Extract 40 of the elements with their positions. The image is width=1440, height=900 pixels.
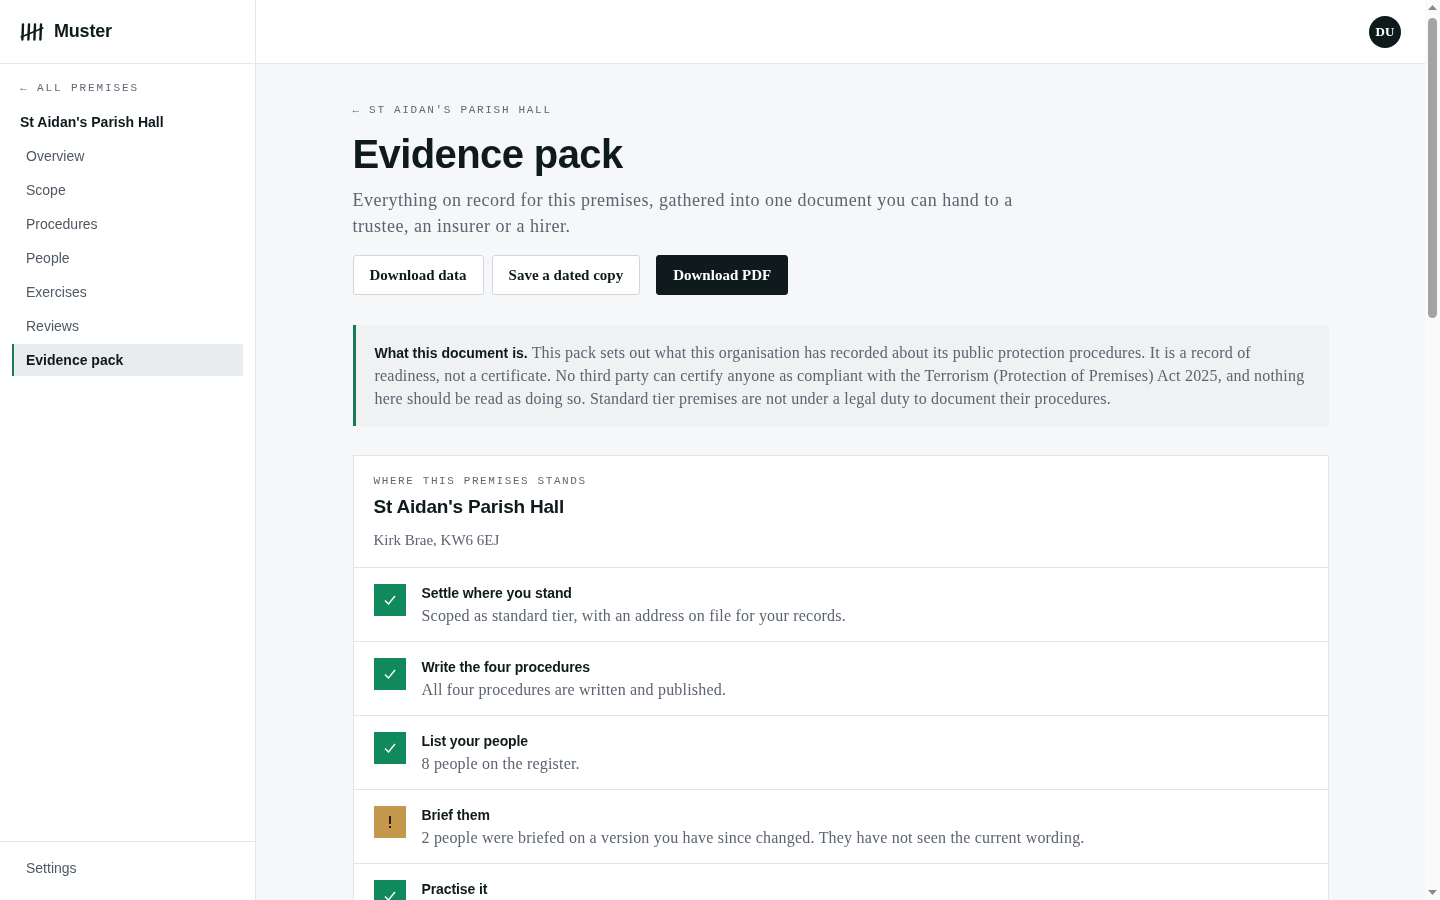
step-title: Settle where you stand bbox=[421, 584, 572, 603]
step-detail: Scoped as standard tier, with an address on file for your records. bbox=[421, 606, 846, 627]
step-detail: 2 people were briefed on a version you have since changed. They have not seen the current wording. bbox=[421, 828, 1085, 849]
step-title: Brief them bbox=[421, 806, 490, 825]
sidebar-item[interactable]: Settings bbox=[12, 852, 243, 884]
sidebar-item[interactable]: Reviews bbox=[12, 310, 243, 342]
user-avatar[interactable]: DU bbox=[1369, 15, 1401, 48]
step-title: Practise it bbox=[421, 880, 488, 899]
sidebar-item[interactable]: Scope bbox=[12, 174, 243, 206]
sidebar-item[interactable]: Exercises bbox=[12, 276, 243, 308]
step-detail: 8 people on the register. bbox=[421, 754, 580, 775]
action-button[interactable]: Download data bbox=[352, 255, 484, 295]
tally-marks-icon bbox=[20, 22, 44, 41]
scroll-down-arrow-icon[interactable] bbox=[1428, 890, 1437, 895]
page-description: Everything on record for this premises, gathered into one document you can hand to a trustee, an insurer or a hirer. bbox=[352, 189, 1014, 238]
action-button[interactable]: Save a dated copy bbox=[491, 255, 641, 295]
sidebar-item[interactable]: Evidence pack bbox=[12, 344, 243, 376]
primary-download-button[interactable]: Download PDF bbox=[656, 255, 789, 295]
page-title: Evidence pack bbox=[352, 131, 624, 178]
card-title: St Aidan's Parish Hall bbox=[373, 495, 565, 519]
step-detail: All four procedures are written and published. bbox=[421, 680, 727, 701]
sidebar-item[interactable]: People bbox=[12, 242, 243, 274]
notice-callout: What this document is. This pack sets out what this organisation has recorded about its public protection procedures. It is a record of readiness, not a certificate. No third party can certify anyone as compliant with the Terrorism (Protection of Premises) Act 2025, and nothing here should be read as doing so. Standard tier premises are not under a legal duty to document their procedures. bbox=[352, 325, 1329, 426]
step-title: List your people bbox=[421, 732, 529, 751]
step-title: Write the four procedures bbox=[421, 658, 590, 677]
card-eyebrow: WHERE THIS PREMISES STANDS bbox=[373, 474, 587, 488]
exclamation-icon bbox=[373, 806, 406, 838]
sidebar-item[interactable]: Overview bbox=[12, 140, 243, 172]
check-icon bbox=[373, 732, 406, 764]
breadcrumb-link[interactable]: ← ST AIDAN'S PARISH HALL bbox=[352, 103, 552, 117]
premises-address: Kirk Brae, KW6 6EJ bbox=[373, 531, 500, 550]
check-icon bbox=[373, 584, 406, 616]
back-link[interactable]: ← ALL PREMISES bbox=[20, 81, 139, 95]
scroll-up-arrow-icon[interactable] bbox=[1428, 5, 1437, 10]
premises-name: St Aidan's Parish Hall bbox=[20, 113, 164, 132]
sidebar-item[interactable]: Procedures bbox=[12, 208, 243, 240]
app-name: Muster bbox=[54, 21, 112, 42]
scrollbar-thumb[interactable] bbox=[1428, 18, 1437, 318]
scrollbar-track[interactable] bbox=[1425, 0, 1440, 900]
check-icon bbox=[373, 658, 406, 690]
